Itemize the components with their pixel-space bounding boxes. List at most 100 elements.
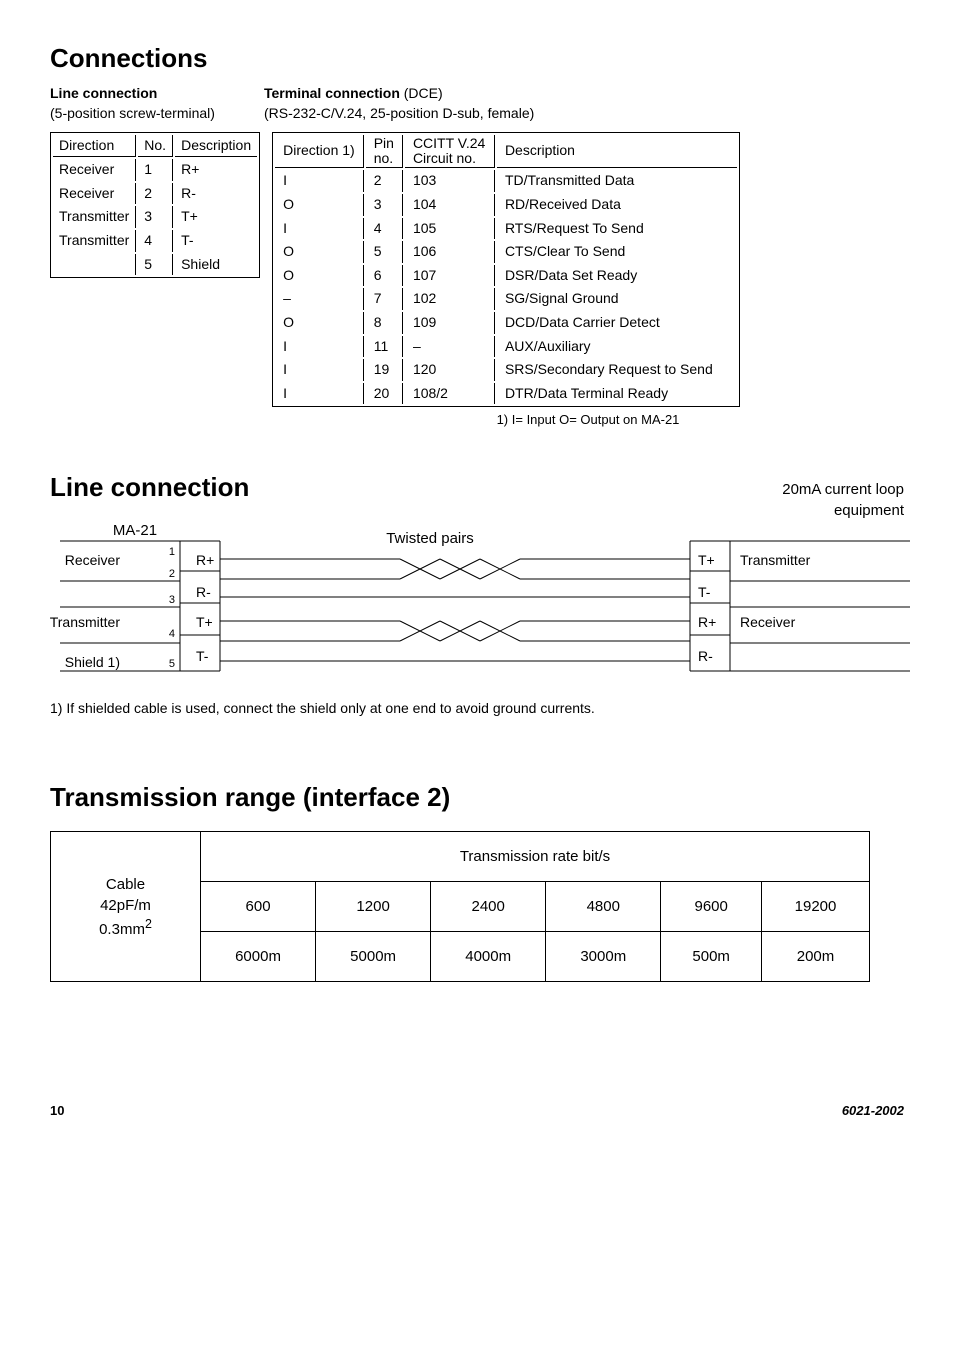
doc-number: 6021-2002 xyxy=(842,1102,904,1120)
right-transmitter-label: Transmitter xyxy=(740,552,811,568)
cable-label-3: 0.3mm2 xyxy=(99,921,152,938)
rate-col: 1200 xyxy=(316,882,431,932)
receiver-label: Receiver xyxy=(65,552,121,568)
rt-cell: I xyxy=(275,359,364,381)
lt-cell: 1 xyxy=(138,159,173,181)
rt-cell: 109 xyxy=(405,312,495,334)
rt-cell: I xyxy=(275,383,364,405)
terminal-connection-table: Direction 1) Pinno. CCITT V.24Circuit no… xyxy=(272,132,740,408)
lt-cell: Transmitter xyxy=(53,230,136,252)
rt-cell: 120 xyxy=(405,359,495,381)
lt-cell: 4 xyxy=(138,230,173,252)
lh-direction: Direction xyxy=(53,135,136,158)
svg-text:2: 2 xyxy=(169,568,175,580)
ma21-label: MA-21 xyxy=(113,522,157,539)
rate-header: Transmission rate bit/s xyxy=(201,832,870,882)
rt-cell: SRS/Secondary Request to Send xyxy=(497,359,737,381)
rt-cell: TD/Transmitted Data xyxy=(497,170,737,192)
lh-no: No. xyxy=(138,135,173,158)
page-footer: 10 6021-2002 xyxy=(50,1102,904,1120)
rate-col: 2400 xyxy=(431,882,546,932)
rate-col: 4800 xyxy=(546,882,661,932)
transmission-range-title: Transmission range (interface 2) xyxy=(50,779,904,815)
rt-cell: – xyxy=(405,336,495,358)
terminal-connection-sub: (RS-232-C/V.24, 25-position D-sub, femal… xyxy=(264,105,534,121)
svg-text:R-: R- xyxy=(698,648,713,664)
lt-cell: 2 xyxy=(138,183,173,205)
lt-cell: Receiver xyxy=(53,159,136,181)
lt-cell: Transmitter xyxy=(53,206,136,228)
rt-cell: O xyxy=(275,194,364,216)
subhead-row: Line connection (5-position screw-termin… xyxy=(50,84,904,123)
rt-cell: 6 xyxy=(366,265,403,287)
rt-cell: 11 xyxy=(366,336,403,358)
line-connection-head: Line connection xyxy=(50,85,157,101)
svg-text:R+: R+ xyxy=(698,614,716,630)
transmitter-label: Transmitter xyxy=(50,614,120,630)
rt-cell: RTS/Request To Send xyxy=(497,218,737,240)
svg-text:5: 5 xyxy=(169,658,175,670)
rt-cell: DSR/Data Set Ready xyxy=(497,265,737,287)
svg-text:R-: R- xyxy=(196,584,211,600)
lh-desc: Description xyxy=(175,135,257,158)
rh-pin: Pinno. xyxy=(366,135,403,169)
rt-cell: I xyxy=(275,170,364,192)
svg-text:3: 3 xyxy=(169,594,175,606)
rt-cell: O xyxy=(275,312,364,334)
rt-cell: 2 xyxy=(366,170,403,192)
shield-label: Shield 1) xyxy=(65,654,120,670)
range-val: 4000m xyxy=(431,932,546,982)
terminal-connection-head: Terminal connection xyxy=(264,85,400,101)
twisted-pairs-label: Twisted pairs xyxy=(386,530,474,547)
lt-cell: Shield xyxy=(175,254,257,276)
lt-cell: T+ xyxy=(175,206,257,228)
io-note: 1) I= Input O= Output on MA-21 xyxy=(272,411,904,429)
rate-col: 9600 xyxy=(661,882,762,932)
rt-cell: 19 xyxy=(366,359,403,381)
rt-cell: DCD/Data Carrier Detect xyxy=(497,312,737,334)
lt-cell: R+ xyxy=(175,159,257,181)
rt-cell: 7 xyxy=(366,288,403,310)
line-connection-sub: (5-position screw-terminal) xyxy=(50,105,215,121)
rate-col: 600 xyxy=(201,882,316,932)
loop-equipment-label: 20mA current loop equipment xyxy=(782,479,904,521)
rt-cell: O xyxy=(275,241,364,263)
connections-title: Connections xyxy=(50,40,904,76)
rt-cell: 3 xyxy=(366,194,403,216)
rt-cell: SG/Signal Ground xyxy=(497,288,737,310)
range-val: 200m xyxy=(762,932,870,982)
range-val: 5000m xyxy=(316,932,431,982)
rt-cell: 4 xyxy=(366,218,403,240)
lt-cell: T- xyxy=(175,230,257,252)
rt-cell: I xyxy=(275,336,364,358)
lt-cell: R- xyxy=(175,183,257,205)
rt-cell: 104 xyxy=(405,194,495,216)
tables-row: Direction No. Description Receiver1R+ Re… xyxy=(50,132,904,408)
rt-cell: CTS/Clear To Send xyxy=(497,241,737,263)
rt-cell: O xyxy=(275,265,364,287)
rt-cell: – xyxy=(275,288,364,310)
svg-text:T-: T- xyxy=(196,648,209,664)
svg-text:4: 4 xyxy=(169,628,175,640)
rt-cell: 103 xyxy=(405,170,495,192)
rh-ccitt: CCITT V.24Circuit no. xyxy=(405,135,495,169)
loop-label-top: 20mA current loop xyxy=(782,481,904,498)
right-receiver-label: Receiver xyxy=(740,614,796,630)
lt-cell: 5 xyxy=(138,254,173,276)
rt-cell: RD/Received Data xyxy=(497,194,737,216)
cable-label-2: 42pF/m xyxy=(100,897,151,914)
svg-text:R+: R+ xyxy=(196,552,214,568)
rh-desc: Description xyxy=(497,135,737,169)
lt-cell xyxy=(53,254,136,276)
line-connection-section-title: Line connection xyxy=(50,469,249,505)
rt-cell: 102 xyxy=(405,288,495,310)
rt-cell: 20 xyxy=(366,383,403,405)
rt-cell: 105 xyxy=(405,218,495,240)
line-connection-table: Direction No. Description Receiver1R+ Re… xyxy=(50,132,260,279)
shield-note: 1) If shielded cable is used, connect th… xyxy=(50,699,904,719)
rh-direction: Direction 1) xyxy=(275,135,364,169)
range-val: 3000m xyxy=(546,932,661,982)
svg-text:1: 1 xyxy=(169,546,175,558)
rt-cell: 108/2 xyxy=(405,383,495,405)
cable-cell: Cable 42pF/m 0.3mm2 xyxy=(51,832,201,982)
